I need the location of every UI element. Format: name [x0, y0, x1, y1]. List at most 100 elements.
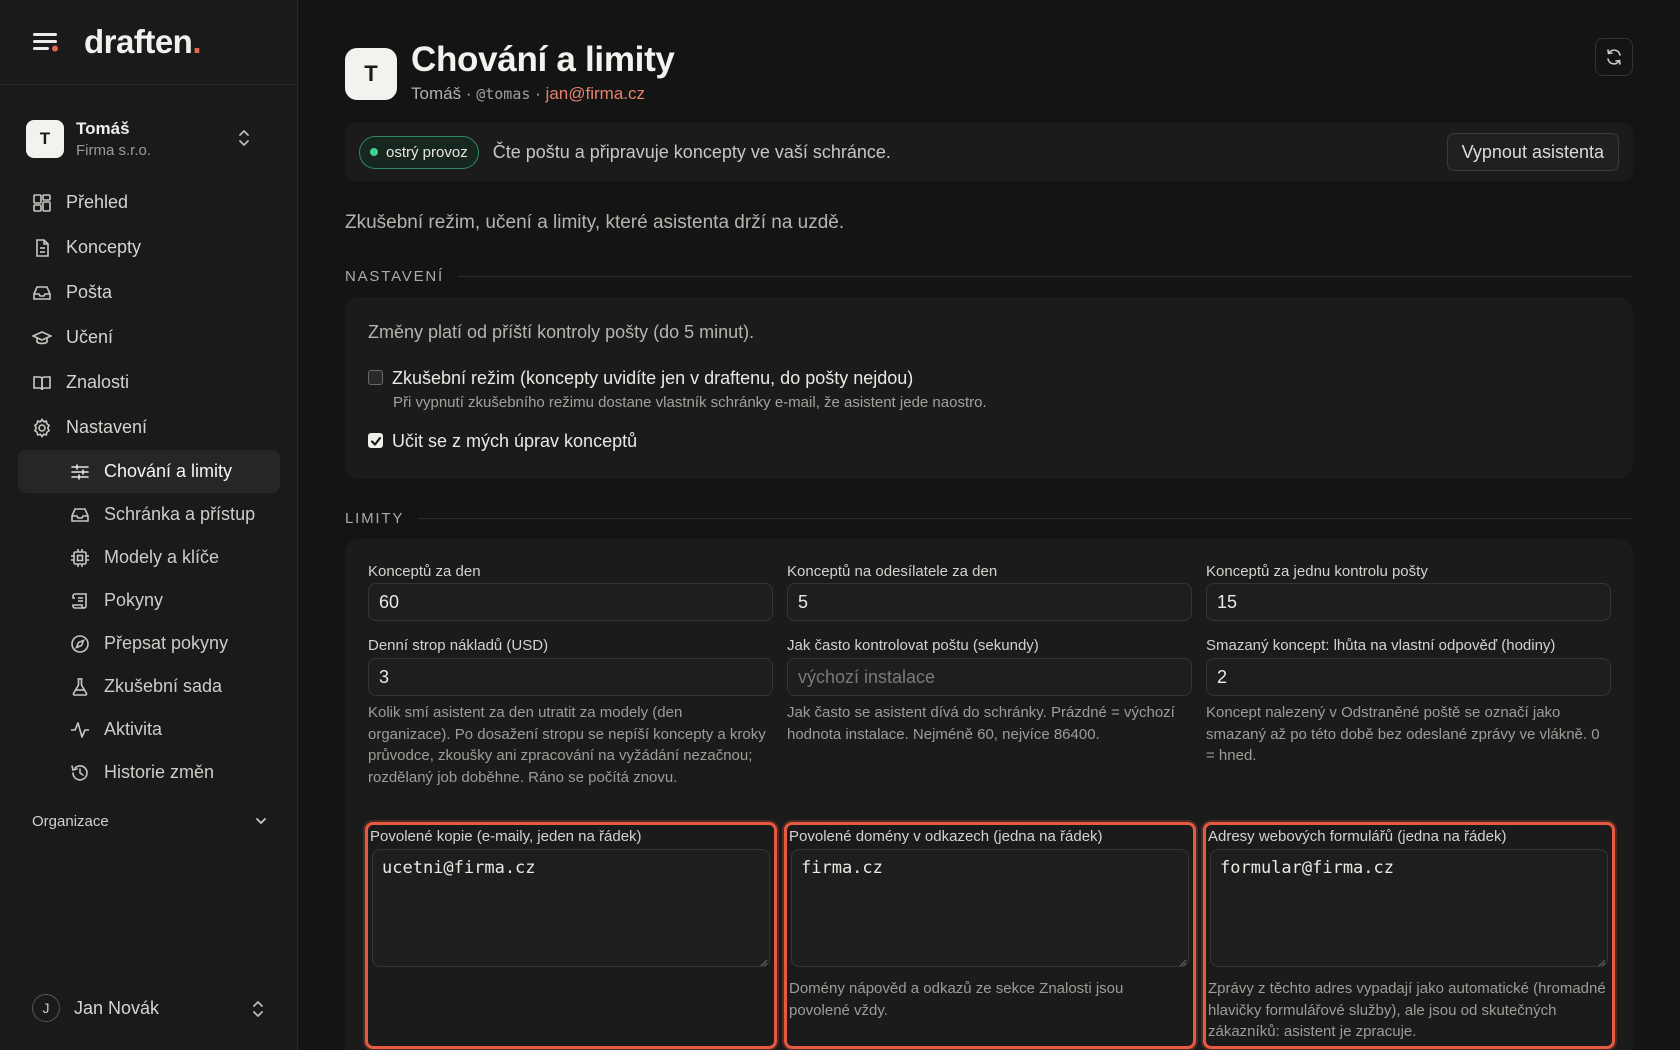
separator: ·	[465, 84, 472, 103]
cost-cap-help: Kolik smí asistent za den utratit za mod…	[368, 704, 766, 786]
sub-item-mailbox[interactable]: Schránka a přístup	[18, 493, 280, 536]
scroll-icon	[72, 592, 87, 609]
poll-interval-label: Jak často kontrolovat poštu (sekundy)	[787, 637, 1039, 654]
separator: ·	[535, 84, 541, 103]
history-icon	[71, 764, 88, 781]
nav-label: Modely a klíče	[104, 547, 220, 567]
brand-logo[interactable]: draften.	[84, 23, 201, 61]
cost-cap-input[interactable]	[368, 658, 773, 696]
sub-item-testset[interactable]: Zkušební sada	[18, 665, 280, 708]
form-addresses-field: Adresy webových formulářů (jedna na řáde…	[1203, 822, 1615, 1049]
organizations-label: Organizace	[32, 812, 109, 830]
section-label: NASTAVENÍ	[345, 267, 444, 285]
drafts-per-day-label: Konceptů za den	[368, 563, 481, 580]
deleted-grace-input[interactable]	[1206, 658, 1611, 696]
nav-label: Koncepty	[66, 237, 142, 257]
form-addresses-label: Adresy webových formulářů (jedna na řáde…	[1208, 828, 1507, 845]
nav-label: Zkušební sada	[104, 676, 223, 696]
nav-label: Pošta	[66, 282, 113, 302]
drafts-per-day-input[interactable]	[368, 583, 773, 621]
refresh-button[interactable]	[1595, 38, 1633, 76]
nav-item-settings[interactable]: Nastavení	[18, 405, 280, 450]
learn-edits-label: Učit se z mých úprav konceptů	[392, 431, 638, 451]
compass-icon	[71, 634, 89, 653]
sub-item-instructions[interactable]: Pokyny	[18, 579, 280, 622]
nav-item-overview[interactable]: Přehled	[18, 180, 280, 225]
sidebar-nav: Přehled Koncepty Pošta Učení Znalosti Na…	[18, 180, 280, 794]
inbox-icon	[71, 507, 89, 522]
nav-item-learning[interactable]: Učení	[18, 315, 280, 360]
resize-grip-icon[interactable]	[760, 959, 768, 967]
flask-icon	[72, 677, 88, 696]
nav-label: Přepsat pokyny	[104, 633, 229, 653]
allowed-domains-textarea[interactable]: firma.cz	[791, 849, 1189, 967]
menu-icon[interactable]	[32, 30, 62, 54]
checkbox[interactable]	[368, 370, 383, 385]
settings-section-heading: NASTAVENÍ	[345, 266, 1633, 286]
agent-avatar: T	[345, 48, 397, 100]
drafts-per-sender-label: Konceptů na odesílatele za den	[787, 563, 998, 580]
refresh-icon	[1607, 49, 1621, 65]
sub-item-models[interactable]: Modely a klíče	[18, 536, 280, 579]
disable-assistant-button[interactable]: Vypnout asistenta	[1446, 133, 1619, 171]
nav-label: Nastavení	[66, 417, 148, 437]
checkbox[interactable]	[368, 433, 383, 448]
limits-panel: Konceptů za den Konceptů na odesílatele …	[345, 539, 1633, 1050]
activity-icon	[71, 721, 89, 738]
nav-label: Schránka a přístup	[104, 504, 256, 524]
page-subtitle: Tomáš · @tomas · jan@firma.cz	[411, 84, 645, 104]
nav-label: Historie změn	[104, 762, 215, 782]
poll-interval-input[interactable]	[787, 658, 1192, 696]
org-avatar: T	[26, 120, 64, 158]
status-badge-label: ostrý provoz	[386, 143, 468, 161]
sub-item-activity[interactable]: Aktivita	[18, 708, 280, 751]
trial-mode-checkbox[interactable]: Zkušební režim (koncepty uvidíte jen v d…	[368, 368, 913, 389]
resize-grip-icon[interactable]	[1598, 959, 1606, 967]
section-label: LIMITY	[345, 509, 405, 527]
org-name: Tomáš	[76, 119, 130, 138]
org-switcher[interactable]: T Tomáš Firma s.r.o.	[26, 114, 274, 164]
nav-label: Chování a limity	[104, 461, 233, 481]
cpu-icon	[71, 548, 89, 567]
organizations-toggle[interactable]: Organizace	[32, 808, 268, 834]
owner-email[interactable]: jan@firma.cz	[546, 84, 645, 103]
nav-label: Přehled	[66, 192, 129, 212]
sidebar: draften. T Tomáš Firma s.r.o. Přehled Ko…	[0, 0, 298, 1050]
page-intro: Zkušební režim, učení a limity, které as…	[345, 212, 845, 233]
nav-item-knowledge[interactable]: Znalosti	[18, 360, 280, 405]
divider	[418, 517, 1633, 519]
nav-label: Pokyny	[104, 590, 164, 610]
resize-grip-icon[interactable]	[1179, 959, 1187, 967]
main-content: T Chování a limity Tomáš · @tomas · jan@…	[345, 0, 1633, 1050]
settings-panel: Změny platí od příští kontroly pošty (do…	[345, 297, 1633, 479]
allowed-cc-field: Povolené kopie (e-maily, jeden na řádek)…	[365, 822, 777, 1049]
poll-interval-help: Jak často se asistent dívá do schránky. …	[787, 704, 1175, 743]
graduation-cap-icon	[32, 330, 52, 344]
status-text: Čte poštu a připravuje koncepty ve vaší …	[492, 141, 891, 162]
form-addresses-textarea[interactable]: formular@firma.cz	[1210, 849, 1608, 967]
page-title: Chování a limity	[411, 40, 675, 79]
drafts-per-check-input[interactable]	[1206, 583, 1611, 621]
gear-icon	[33, 417, 51, 438]
org-company: Firma s.r.o.	[76, 142, 152, 159]
sub-item-history[interactable]: Historie změn	[18, 751, 280, 794]
allowed-domains-help: Domény nápověd a odkazů ze sekce Znalost…	[789, 980, 1124, 1019]
owner-handle: @tomas	[476, 85, 531, 103]
settings-note: Změny platí od příští kontroly pošty (do…	[368, 322, 755, 342]
trial-mode-label: Zkušební režim (koncepty uvidíte jen v d…	[392, 368, 914, 388]
drafts-per-sender-input[interactable]	[787, 583, 1192, 621]
nav-item-drafts[interactable]: Koncepty	[18, 225, 280, 270]
nav-label: Znalosti	[66, 372, 130, 392]
learn-edits-checkbox[interactable]: Učit se z mých úprav konceptů	[368, 431, 637, 452]
nav-item-mail[interactable]: Pošta	[18, 270, 280, 315]
chevrons-up-down-icon	[236, 128, 252, 148]
status-bar: ostrý provoz Čte poštu a připravuje konc…	[345, 123, 1633, 181]
sub-item-behavior[interactable]: Chování a limity	[18, 450, 280, 493]
sub-item-rewrite[interactable]: Přepsat pokyny	[18, 622, 280, 665]
allowed-domains-field: Povolené domény v odkazech (jedna na řád…	[784, 822, 1196, 1049]
cost-cap-label: Denní strop nákladů (USD)	[368, 637, 549, 654]
divider	[458, 275, 1633, 277]
user-menu[interactable]: J Jan Novák	[32, 992, 272, 1024]
allowed-cc-textarea[interactable]: ucetni@firma.cz	[372, 849, 770, 967]
drafts-per-check-label: Konceptů za jednu kontrolu pošty	[1206, 563, 1428, 580]
